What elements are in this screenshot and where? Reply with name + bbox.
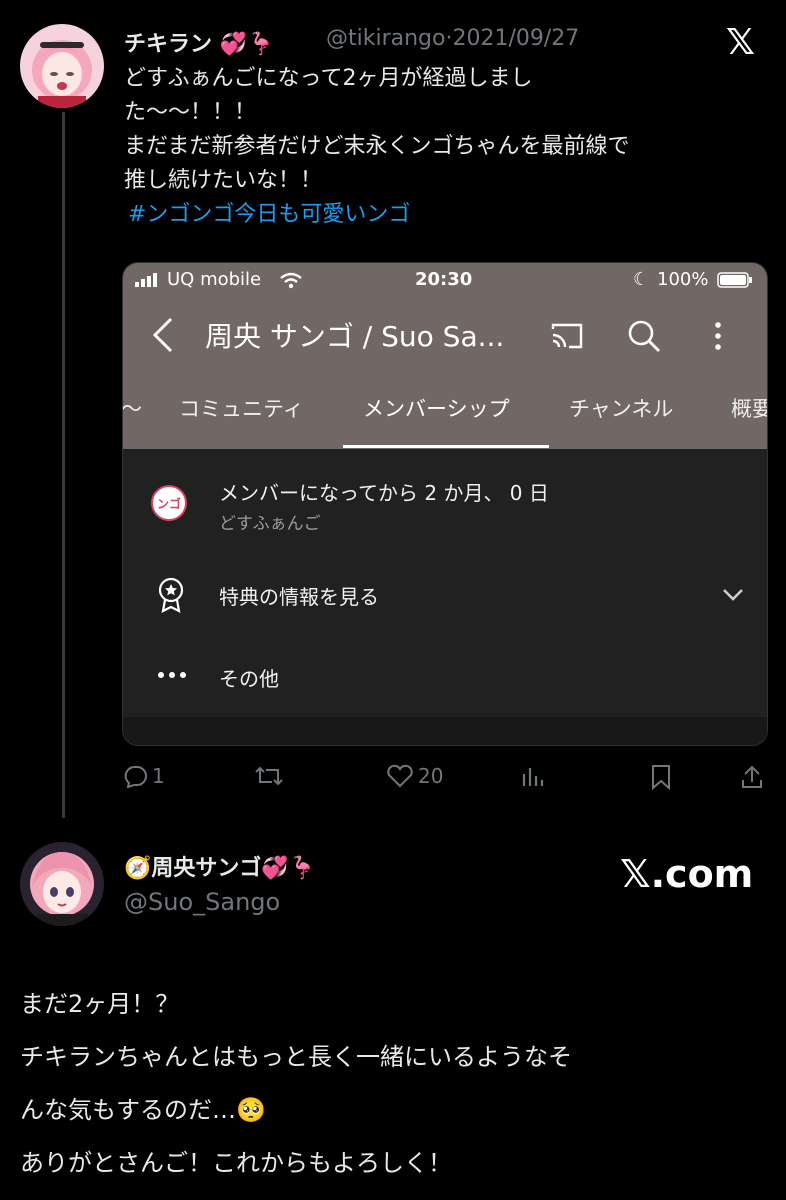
battery-label: 100% bbox=[657, 269, 709, 290]
share-icon bbox=[742, 765, 762, 788]
carrier-label: UQ mobile bbox=[167, 269, 262, 290]
share-action[interactable] bbox=[740, 764, 764, 790]
signal-icon bbox=[135, 273, 157, 287]
bookmark-icon bbox=[652, 765, 670, 790]
back-arrow-icon[interactable] bbox=[151, 317, 175, 353]
reply-action[interactable]: 1 bbox=[122, 764, 165, 788]
meta-separator: · bbox=[445, 26, 453, 51]
suo-sango-avatar[interactable] bbox=[20, 842, 104, 926]
post-line: 推し続けたいな！！ bbox=[124, 168, 323, 193]
post-display-name[interactable]: チキラン 💞🦩 bbox=[124, 26, 274, 58]
repost-icon bbox=[255, 766, 283, 786]
award-badge-icon bbox=[158, 577, 184, 613]
member-duration: メンバーになってから 2 か月、 0 日 bbox=[219, 481, 549, 505]
search-icon[interactable] bbox=[627, 319, 661, 353]
compass-emoji: 🧭 bbox=[124, 856, 152, 881]
views-action[interactable] bbox=[520, 764, 544, 788]
like-count: 20 bbox=[418, 764, 444, 788]
tab-channels[interactable]: チャンネル bbox=[569, 393, 673, 423]
clock-label: 20:30 bbox=[415, 269, 473, 290]
tab-community[interactable]: コミュニティ bbox=[179, 393, 304, 423]
post-line: どすふぁんごになって2ヶ月が経過しまし bbox=[124, 66, 533, 91]
post-line: た〜〜！！！ bbox=[124, 100, 257, 125]
attached-image[interactable]: UQ mobile 20:30 ☾ 100% 周央 サンゴ / Suo Sa..… bbox=[122, 262, 768, 746]
heart-flamingo-emoji: 💞🦩 bbox=[261, 856, 317, 881]
heart-icon bbox=[387, 764, 413, 788]
member-badge-icon: ンゴ bbox=[151, 485, 187, 521]
more-horizontal-icon[interactable] bbox=[157, 671, 187, 679]
reply-body: まだ2ヶ月！？ チキランちゃんとはもっと長く一緒にいるようなそ んな気もするのだ… bbox=[20, 978, 780, 1190]
youtube-header: UQ mobile 20:30 ☾ 100% 周央 サンゴ / Suo Sa..… bbox=[123, 263, 767, 449]
membership-panel: ンゴ メンバーになってから 2 か月、 0 日 どすふぁんご 特典の情報を見る … bbox=[123, 449, 767, 745]
x-logo-icon[interactable]: 𝕏 bbox=[726, 22, 755, 63]
like-action[interactable]: 20 bbox=[386, 764, 443, 788]
post-body: どすふぁんごになって2ヶ月が経過しまし た〜〜！！！ まだまだ新参者だけど末永く… bbox=[124, 62, 764, 232]
tab-membership[interactable]: メンバーシップ bbox=[363, 393, 510, 423]
channel-title: 周央 サンゴ / Suo Sa... bbox=[205, 320, 505, 353]
perks-label[interactable]: 特典の情報を見る bbox=[219, 581, 379, 610]
x-com-label[interactable]: 𝕏.com bbox=[620, 852, 753, 896]
reply-line: チキランちゃんとはもっと長く一緒にいるようなそ bbox=[20, 1043, 572, 1071]
reply-display-name[interactable]: 🧭周央サンゴ💞🦩 bbox=[124, 850, 316, 882]
battery-icon bbox=[717, 272, 752, 288]
reply-line: ありがとさんご！これからもよろしく！ bbox=[20, 1149, 452, 1177]
reply-handle[interactable]: @Suo_Sango bbox=[124, 888, 280, 916]
post-line: まだまだ新参者だけど末永くンゴちゃんを最前線で bbox=[124, 134, 630, 159]
moon-icon: ☾ bbox=[633, 269, 650, 290]
more-vertical-icon[interactable] bbox=[713, 321, 723, 351]
analytics-icon bbox=[522, 768, 544, 786]
heart-flamingo-emoji: 💞🦩 bbox=[219, 32, 275, 57]
repost-action[interactable] bbox=[254, 764, 284, 788]
tab-home[interactable]: 〜 bbox=[123, 393, 142, 423]
reply-count: 1 bbox=[152, 764, 165, 788]
tab-about[interactable]: 概要 bbox=[731, 393, 767, 423]
bookmark-action[interactable] bbox=[650, 764, 672, 790]
post-date[interactable]: 2021/09/27 bbox=[453, 26, 580, 51]
wifi-icon bbox=[280, 272, 302, 289]
cast-icon[interactable] bbox=[549, 321, 585, 351]
post-meta: @tikirango·2021/09/27 bbox=[326, 26, 579, 51]
reply-line: まだ2ヶ月！？ bbox=[20, 990, 180, 1018]
other-label[interactable]: その他 bbox=[219, 663, 279, 692]
member-name: どすふぁんご bbox=[219, 514, 321, 534]
thread-line bbox=[62, 112, 65, 818]
reply-icon bbox=[124, 766, 147, 788]
chevron-down-icon[interactable] bbox=[721, 587, 745, 603]
reply-line: んな気もするのだ…🥺 bbox=[20, 1096, 266, 1124]
tikirango-avatar[interactable] bbox=[20, 24, 104, 108]
post-handle[interactable]: @tikirango bbox=[326, 26, 446, 51]
panel-bottom-strip bbox=[123, 717, 767, 745]
post-hashtag[interactable]: #ンゴンゴ今日も可愛いンゴ bbox=[124, 198, 764, 232]
active-tab-indicator bbox=[343, 445, 549, 448]
